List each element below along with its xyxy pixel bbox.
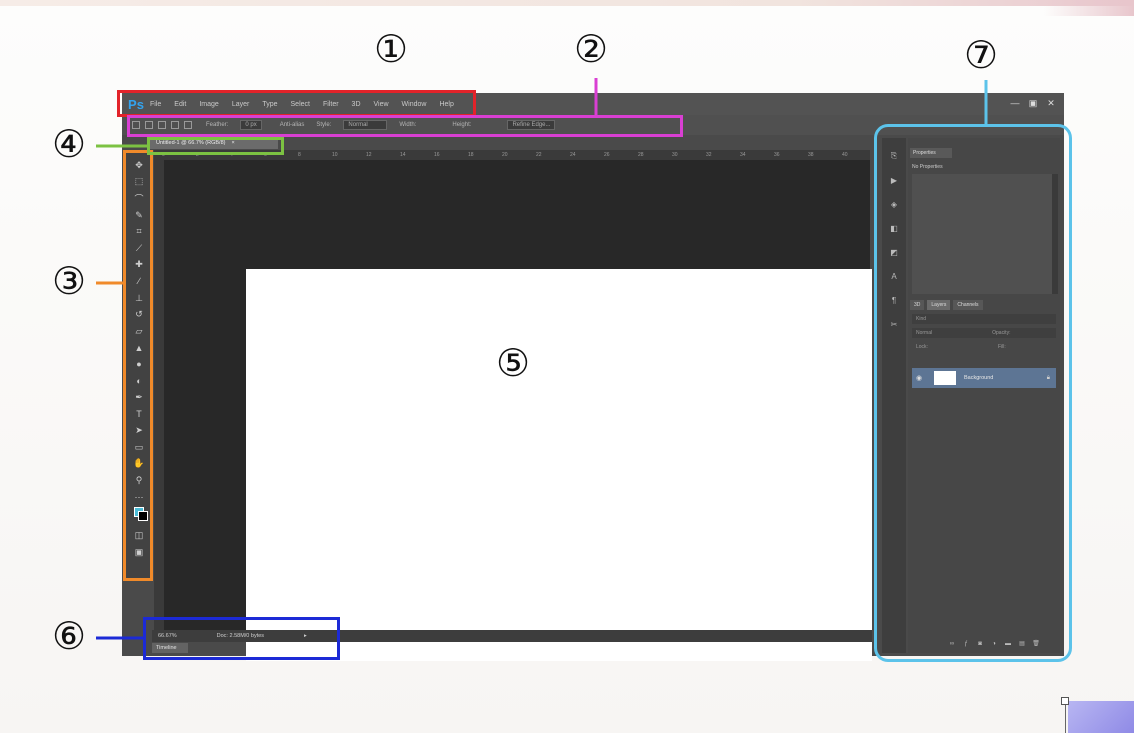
callout-leader-lines	[96, 78, 988, 640]
callout-number-3: ③	[52, 259, 87, 303]
callout-number-1: ①	[374, 27, 409, 71]
slide-resize-handle	[1061, 697, 1069, 705]
callout-number-7: ⑦	[964, 33, 999, 77]
callout-number-5: ⑤	[496, 341, 531, 385]
slide-handle-line	[1065, 705, 1066, 733]
slide-corner-block	[1068, 701, 1134, 733]
callout-number-4: ④	[52, 122, 87, 166]
callout-number-2: ②	[574, 27, 609, 71]
callout-number-6: ⑥	[52, 614, 87, 658]
screenshot-stage: Ps File Edit Image Layer Type Select Fil…	[0, 0, 1134, 733]
